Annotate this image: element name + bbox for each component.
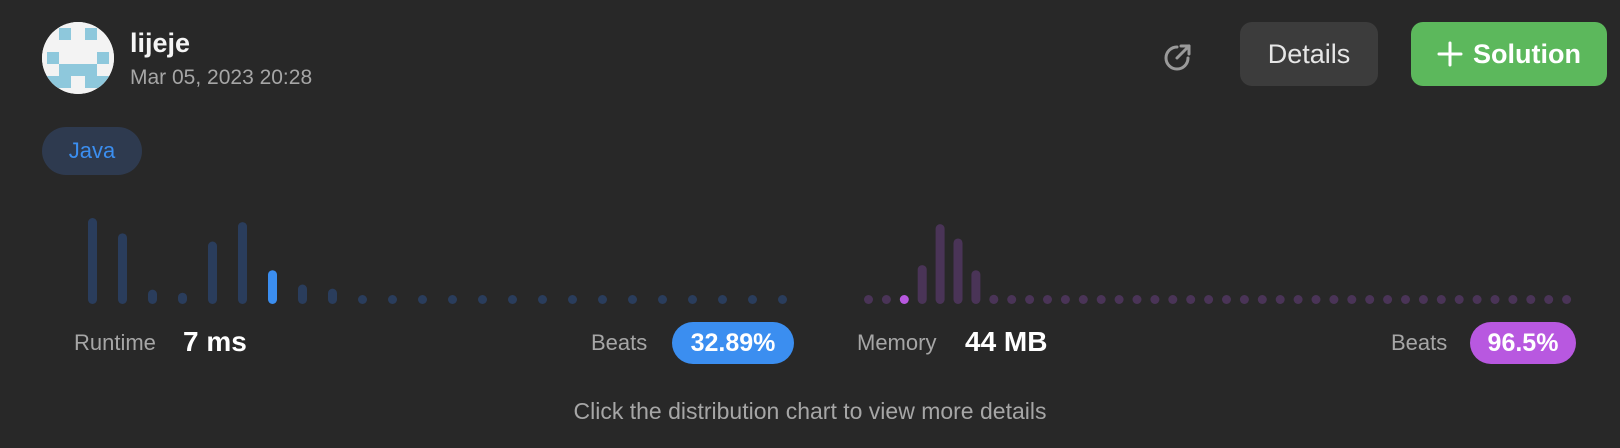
runtime-distribution-bar[interactable]: [358, 295, 367, 304]
memory-distribution-bar[interactable]: [1472, 295, 1482, 304]
memory-distribution-bar[interactable]: [1293, 295, 1303, 304]
memory-distribution-bar[interactable]: [1544, 295, 1554, 304]
memory-distribution-bar[interactable]: [1311, 295, 1321, 304]
memory-distribution-bar[interactable]: [1204, 295, 1214, 304]
runtime-distribution-bar[interactable]: [568, 295, 577, 304]
runtime-distribution-bar[interactable]: [178, 292, 187, 304]
memory-distribution-bar[interactable]: [1508, 295, 1518, 304]
runtime-distribution-bar[interactable]: [238, 222, 247, 304]
memory-distribution-bar[interactable]: [881, 295, 891, 304]
runtime-distribution-bar[interactable]: [748, 295, 757, 304]
memory-distribution-bar[interactable]: [1347, 295, 1357, 304]
memory-distribution-bar[interactable]: [1186, 295, 1196, 304]
runtime-distribution-bar[interactable]: [268, 270, 277, 304]
language-label: Java: [68, 138, 116, 163]
share-arrow-icon: [1164, 44, 1191, 71]
submission-header: lijeje Mar 05, 2023 20:28 Details Soluti…: [42, 22, 1620, 94]
memory-distribution-bar[interactable]: [1222, 295, 1231, 304]
runtime-beats-label: Beats: [591, 330, 648, 355]
memory-distribution-bar[interactable]: [1365, 295, 1375, 304]
memory-distribution-bar[interactable]: [1060, 295, 1070, 304]
memory-distribution-bar[interactable]: [917, 265, 927, 304]
memory-distribution-bar[interactable]: [864, 295, 873, 304]
runtime-distribution-bar[interactable]: [328, 288, 337, 304]
memory-distribution-bar[interactable]: [1562, 295, 1572, 304]
memory-distribution-bar[interactable]: [1401, 295, 1410, 304]
memory-distribution-bar[interactable]: [1007, 295, 1017, 304]
memory-distribution-bar[interactable]: [899, 295, 909, 304]
plus-icon: [1437, 41, 1463, 67]
memory-value: 44 MB: [965, 326, 1048, 357]
memory-distribution-bar[interactable]: [1418, 295, 1428, 304]
memory-distribution-bar[interactable]: [989, 294, 999, 304]
runtime-distribution-bar[interactable]: [88, 218, 97, 304]
memory-distribution-bar[interactable]: [1078, 295, 1088, 304]
memory-distribution-bar[interactable]: [1025, 295, 1035, 304]
submission-date: Mar 05, 2023 20:28: [130, 66, 313, 89]
memory-distribution-bar[interactable]: [1096, 295, 1106, 304]
runtime-beats-badge: 32.89%: [672, 322, 794, 364]
memory-distribution-bar[interactable]: [971, 270, 981, 304]
runtime-distribution-chart[interactable]: [72, 212, 792, 308]
solution-label: Solution: [1473, 38, 1581, 69]
runtime-distribution-bar[interactable]: [688, 295, 697, 304]
memory-distribution-bar[interactable]: [1239, 295, 1249, 304]
memory-distribution-bar[interactable]: [953, 238, 963, 304]
memory-distribution-bar[interactable]: [1490, 295, 1500, 304]
runtime-distribution-bar[interactable]: [388, 295, 397, 304]
runtime-distribution-bar[interactable]: [778, 295, 787, 304]
add-solution-button[interactable]: Solution: [1411, 22, 1607, 86]
runtime-distribution-bar[interactable]: [598, 295, 607, 304]
user-name[interactable]: lijeje: [130, 28, 190, 59]
details-button[interactable]: Details: [1240, 22, 1378, 86]
runtime-distribution-bar[interactable]: [478, 295, 487, 304]
memory-distribution-bar[interactable]: [1454, 295, 1464, 304]
memory-label: Memory: [857, 330, 937, 355]
language-tag[interactable]: Java: [42, 127, 142, 175]
memory-beats-label: Beats: [1391, 330, 1448, 355]
memory-distribution-bar[interactable]: [935, 224, 945, 304]
runtime-distribution-bar[interactable]: [118, 233, 127, 304]
memory-distribution-bar[interactable]: [1329, 295, 1339, 304]
runtime-distribution-bar[interactable]: [418, 295, 427, 304]
chart-hint: Click the distribution chart to view mor…: [573, 398, 1047, 424]
memory-distribution-bar[interactable]: [1168, 295, 1178, 304]
runtime-distribution-bar[interactable]: [718, 295, 727, 304]
memory-distribution-bar[interactable]: [1526, 295, 1536, 304]
runtime-distribution-bar[interactable]: [538, 295, 547, 304]
runtime-chart-svg[interactable]: [72, 212, 792, 308]
identicon-icon: [42, 22, 114, 94]
runtime-distribution-bar[interactable]: [208, 241, 217, 304]
memory-distribution-bar[interactable]: [1114, 295, 1124, 304]
memory-distribution-chart[interactable]: [858, 212, 1574, 308]
memory-distribution-bar[interactable]: [1383, 295, 1393, 304]
memory-distribution-bar[interactable]: [1275, 295, 1285, 304]
user-avatar[interactable]: [42, 22, 114, 94]
runtime-distribution-bar[interactable]: [148, 289, 157, 304]
runtime-value: 7 ms: [183, 326, 247, 357]
share-button[interactable]: [1155, 36, 1199, 80]
runtime-label: Runtime: [74, 330, 156, 355]
memory-chart-svg[interactable]: [858, 212, 1574, 308]
runtime-distribution-bar[interactable]: [508, 295, 517, 304]
memory-distribution-bar[interactable]: [1132, 295, 1142, 304]
runtime-distribution-bar[interactable]: [658, 295, 667, 304]
memory-distribution-bar[interactable]: [1150, 295, 1160, 304]
details-label: Details: [1267, 38, 1351, 69]
runtime-distribution-bar[interactable]: [448, 295, 457, 304]
runtime-distribution-bar[interactable]: [298, 284, 307, 304]
runtime-distribution-bar[interactable]: [628, 295, 637, 304]
memory-distribution-bar[interactable]: [1257, 295, 1267, 304]
memory-distribution-bar[interactable]: [1436, 295, 1446, 304]
memory-distribution-bar[interactable]: [1043, 295, 1052, 304]
memory-beats-badge: 96.5%: [1470, 322, 1576, 364]
